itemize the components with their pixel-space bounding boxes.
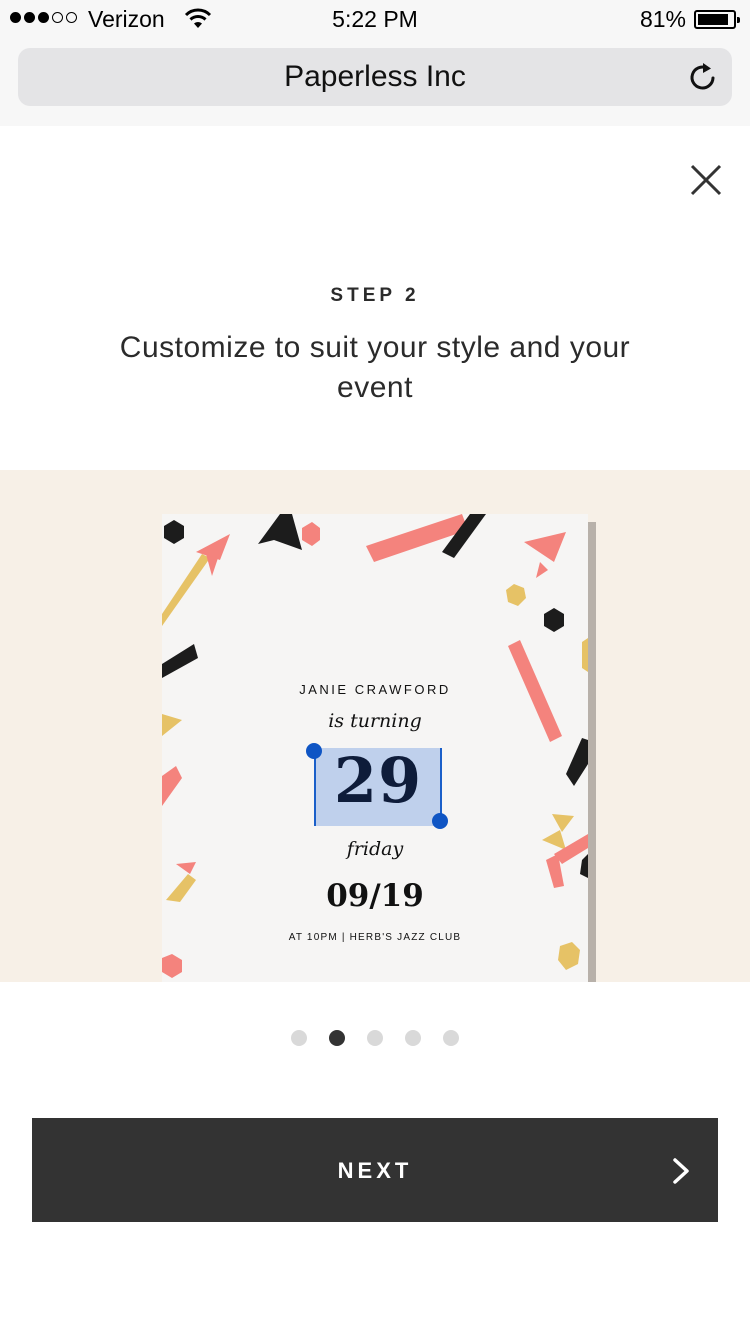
page-title: Paperless Inc bbox=[284, 60, 466, 93]
event-venue[interactable]: AT 10PM | HERB'S JAZZ CLUB bbox=[162, 932, 588, 943]
battery-percent: 81% bbox=[639, 6, 686, 32]
next-button[interactable]: NEXT bbox=[32, 1118, 718, 1222]
step-title: Customize to suit your style and your ev… bbox=[119, 331, 631, 404]
browser-toolbar: Paperless Inc bbox=[0, 40, 750, 126]
invitation-card[interactable]: JANIE CRAWFORD is turning 29 friday 09/1… bbox=[162, 514, 588, 982]
card-shadow bbox=[588, 522, 596, 982]
event-date[interactable]: 09/19 bbox=[162, 878, 588, 914]
event-day[interactable]: friday bbox=[162, 838, 588, 860]
turning-text[interactable]: is turning bbox=[162, 710, 588, 732]
address-bar[interactable]: Paperless Inc bbox=[18, 48, 732, 106]
step-pager bbox=[0, 1030, 750, 1046]
battery-icon bbox=[694, 10, 740, 29]
pager-dot[interactable] bbox=[291, 1030, 307, 1046]
pager-dot[interactable] bbox=[405, 1030, 421, 1046]
celebrant-name[interactable]: JANIE CRAWFORD bbox=[162, 682, 588, 697]
card-preview-area: JANIE CRAWFORD is turning 29 friday 09/1… bbox=[0, 470, 750, 982]
selection-handle-end[interactable] bbox=[432, 813, 448, 829]
pager-dot[interactable] bbox=[443, 1030, 459, 1046]
age-text[interactable]: 29 bbox=[316, 744, 440, 817]
next-button-label: NEXT bbox=[337, 1158, 413, 1183]
age-text-selection[interactable]: 29 bbox=[314, 744, 442, 826]
pager-dot[interactable] bbox=[367, 1030, 383, 1046]
pager-dot[interactable] bbox=[329, 1030, 345, 1046]
selection-handle-start[interactable] bbox=[306, 743, 322, 759]
reload-icon[interactable] bbox=[686, 60, 720, 94]
clock: 5:22 PM bbox=[332, 6, 418, 32]
chevron-right-icon bbox=[673, 1158, 689, 1184]
step-label: STEP 2 bbox=[330, 285, 420, 306]
status-bar: Verizon 5:22 PM 81% bbox=[0, 0, 750, 40]
close-icon[interactable] bbox=[686, 160, 726, 200]
